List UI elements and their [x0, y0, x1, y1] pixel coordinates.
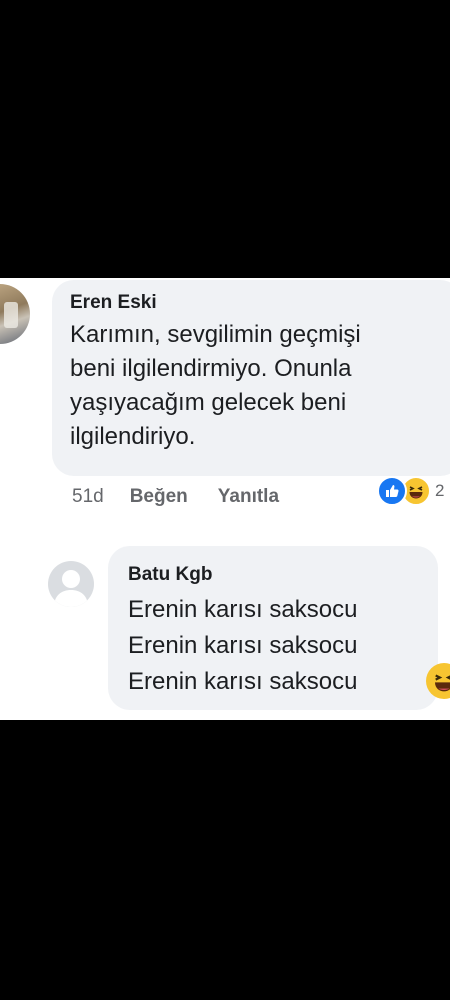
comment-timestamp[interactable]: 51d — [72, 486, 104, 508]
comment-text: Karımın, sevgilimin geçmişi beni ilgilen… — [70, 321, 361, 450]
avatar[interactable] — [0, 284, 30, 344]
haha-emoji-icon — [426, 663, 450, 699]
reply-text: Erenin karısı saksocu Erenin karısı saks… — [128, 596, 358, 695]
comment-author[interactable]: Eren Eski — [70, 290, 446, 316]
reply-button[interactable]: Yanıtla — [218, 486, 279, 508]
reply-author[interactable]: Batu Kgb — [128, 562, 438, 588]
reaction-count: 2 — [435, 481, 445, 500]
reply-bubble: Batu Kgb Erenin karısı saksocu Erenin ka… — [108, 546, 438, 710]
avatar[interactable] — [48, 561, 94, 607]
screenshot-frame: Eren Eski Karımın, sevgilimin geçmişi be… — [0, 0, 450, 1000]
comment-thread: Eren Eski Karımın, sevgilimin geçmişi be… — [0, 278, 450, 720]
comment-actions: 51d Beğen Yanıtla — [72, 483, 279, 511]
like-button[interactable]: Beğen — [130, 486, 188, 508]
like-icon — [377, 476, 407, 506]
reaction-summary[interactable]: 2 — [377, 476, 444, 506]
comment-bubble: Eren Eski Karımın, sevgilimin geçmişi be… — [52, 280, 450, 476]
